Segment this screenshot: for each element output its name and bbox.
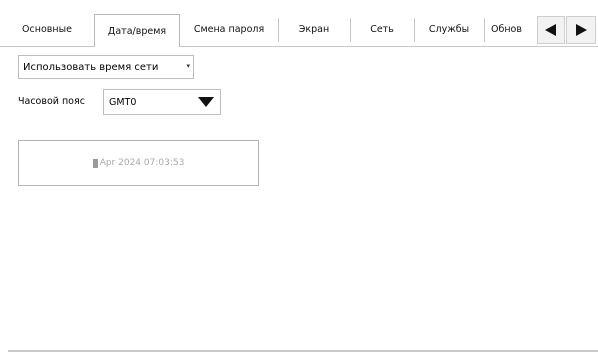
tab-change-password-label: Смена пароля (193, 24, 265, 35)
triangle-down-icon (198, 97, 214, 107)
timezone-value: GMT0 (109, 96, 137, 108)
tab-screen[interactable]: Экран (279, 14, 349, 45)
tab-datetime[interactable]: Дата/время (94, 14, 180, 47)
tab-services-label: Службы (428, 24, 470, 35)
tab-network[interactable]: Сеть (351, 14, 413, 45)
tab-bar: Основные Дата/время Смена пароля Экран С… (8, 14, 598, 48)
dropdown-arrow-icon: ▾ (186, 62, 190, 70)
tab-datetime-label: Дата/время (107, 25, 167, 37)
tab-scroll-left-button[interactable] (537, 16, 565, 44)
datetime-display[interactable]: Apr 2024 07:03:53 (18, 140, 259, 186)
time-source-select[interactable]: Использовать время сети ▾ (18, 55, 194, 79)
tab-screen-label: Экран (298, 24, 330, 35)
tab-services[interactable]: Службы (415, 14, 483, 45)
tab-change-password[interactable]: Смена пароля (181, 14, 277, 45)
datetime-panel: Использовать время сети ▾ Часовой пояс G… (8, 47, 598, 352)
calendar-icon (92, 158, 98, 168)
bottom-border (8, 350, 598, 352)
triangle-left-icon (545, 24, 556, 36)
tab-updates[interactable]: Обнов (485, 14, 537, 45)
datetime-text: Apr 2024 07:03:53 (99, 158, 185, 168)
tab-main[interactable]: Основные (8, 14, 86, 45)
timezone-label: Часовой пояс (18, 96, 85, 107)
tab-updates-label: Обнов (491, 24, 522, 35)
time-source-value: Использовать время сети (23, 61, 159, 73)
timezone-select[interactable]: GMT0 (103, 89, 221, 115)
tab-scroll-right-button[interactable] (566, 16, 596, 44)
tab-main-label: Основные (22, 24, 72, 35)
tab-network-label: Сеть (370, 24, 394, 35)
triangle-right-icon (576, 24, 587, 36)
settings-window: Основные Дата/время Смена пароля Экран С… (0, 0, 598, 356)
